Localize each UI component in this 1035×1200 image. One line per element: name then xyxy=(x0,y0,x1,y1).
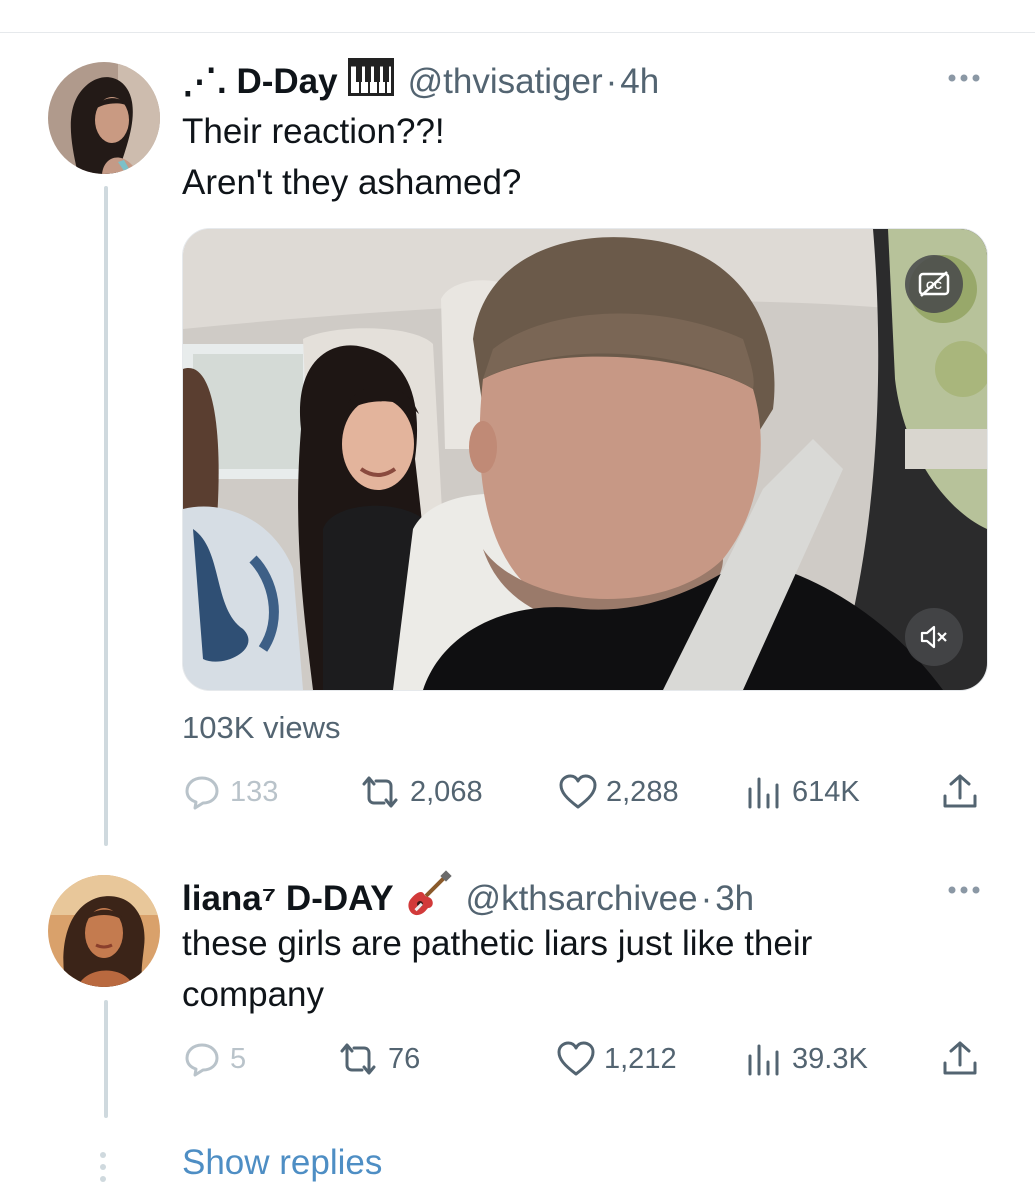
mute-button[interactable] xyxy=(905,608,963,666)
like-button[interactable]: 1,212 xyxy=(556,1037,677,1081)
more-options-icon[interactable] xyxy=(947,885,981,895)
top-divider xyxy=(0,32,1035,33)
separator: · xyxy=(700,878,713,918)
heart-icon xyxy=(557,1041,595,1076)
handle[interactable]: @kthsarchivee xyxy=(466,879,698,919)
analytics-icon xyxy=(748,777,779,809)
tweet-text-line-2: company xyxy=(182,975,325,1014)
captions-off-icon: CC xyxy=(918,271,950,297)
retweet-count: 2,068 xyxy=(410,775,483,808)
tweet-header: ⋰. D-Day @thvisatiger · 4h xyxy=(182,58,659,105)
views-button[interactable]: 614K xyxy=(744,770,860,814)
handle[interactable]: @thvisatiger xyxy=(408,62,603,102)
reply-count: 5 xyxy=(230,1042,247,1075)
thread-line xyxy=(104,1000,108,1118)
views-button[interactable]: 39.3K xyxy=(744,1037,868,1081)
analytics-icon xyxy=(748,1044,779,1076)
piano-icon xyxy=(347,58,394,105)
views-count: 103K views xyxy=(182,710,341,745)
captions-button[interactable]: CC xyxy=(905,255,963,313)
reply-button[interactable]: 5 xyxy=(182,1037,246,1081)
impressions-count: 614K xyxy=(792,775,860,808)
retweet-icon xyxy=(340,1043,376,1075)
reply-icon xyxy=(185,776,219,810)
tweet-text-line-1: Their reaction??! xyxy=(182,112,445,151)
retweet-button[interactable]: 2,068 xyxy=(358,770,483,814)
share-button[interactable] xyxy=(940,1037,980,1081)
tweet-text-line-1: these girls are pathetic liars just like… xyxy=(182,924,813,963)
reply-count: 133 xyxy=(230,775,279,808)
tweet-actions: 133 2,068 2,288 614K xyxy=(182,770,982,814)
like-count: 1,212 xyxy=(604,1042,677,1075)
tweet-text-line-2: Aren't they ashamed? xyxy=(182,163,522,202)
separator: · xyxy=(605,61,618,101)
timestamp[interactable]: 4h xyxy=(620,62,659,102)
video-player[interactable]: CC xyxy=(182,228,988,691)
reply-icon xyxy=(185,1043,219,1077)
display-name[interactable]: ⋰. D-Day xyxy=(182,62,338,102)
retweet-button[interactable]: 76 xyxy=(336,1037,420,1081)
show-replies-link[interactable]: Show replies xyxy=(182,1143,382,1183)
share-button[interactable] xyxy=(940,770,980,814)
like-button[interactable]: 2,288 xyxy=(558,770,679,814)
tweet-actions: 5 76 1,212 39.3K xyxy=(182,1037,982,1081)
like-count: 2,288 xyxy=(606,775,679,808)
timestamp[interactable]: 3h xyxy=(715,879,754,919)
heart-icon xyxy=(559,774,597,809)
more-options-icon[interactable] xyxy=(947,73,981,83)
share-icon xyxy=(943,774,977,808)
reply-button[interactable]: 133 xyxy=(182,770,278,814)
muted-speaker-icon xyxy=(920,625,947,649)
video-thumbnail xyxy=(183,229,987,690)
display-name[interactable]: liana⁷ D-DAY xyxy=(182,879,394,919)
thread-line xyxy=(104,186,108,846)
share-icon xyxy=(943,1041,977,1075)
impressions-count: 39.3K xyxy=(792,1042,868,1075)
avatar[interactable] xyxy=(48,875,160,987)
avatar[interactable] xyxy=(48,62,160,174)
retweet-icon xyxy=(362,776,398,808)
thread-continuation-icon xyxy=(100,1152,106,1182)
retweet-count: 76 xyxy=(388,1042,421,1075)
